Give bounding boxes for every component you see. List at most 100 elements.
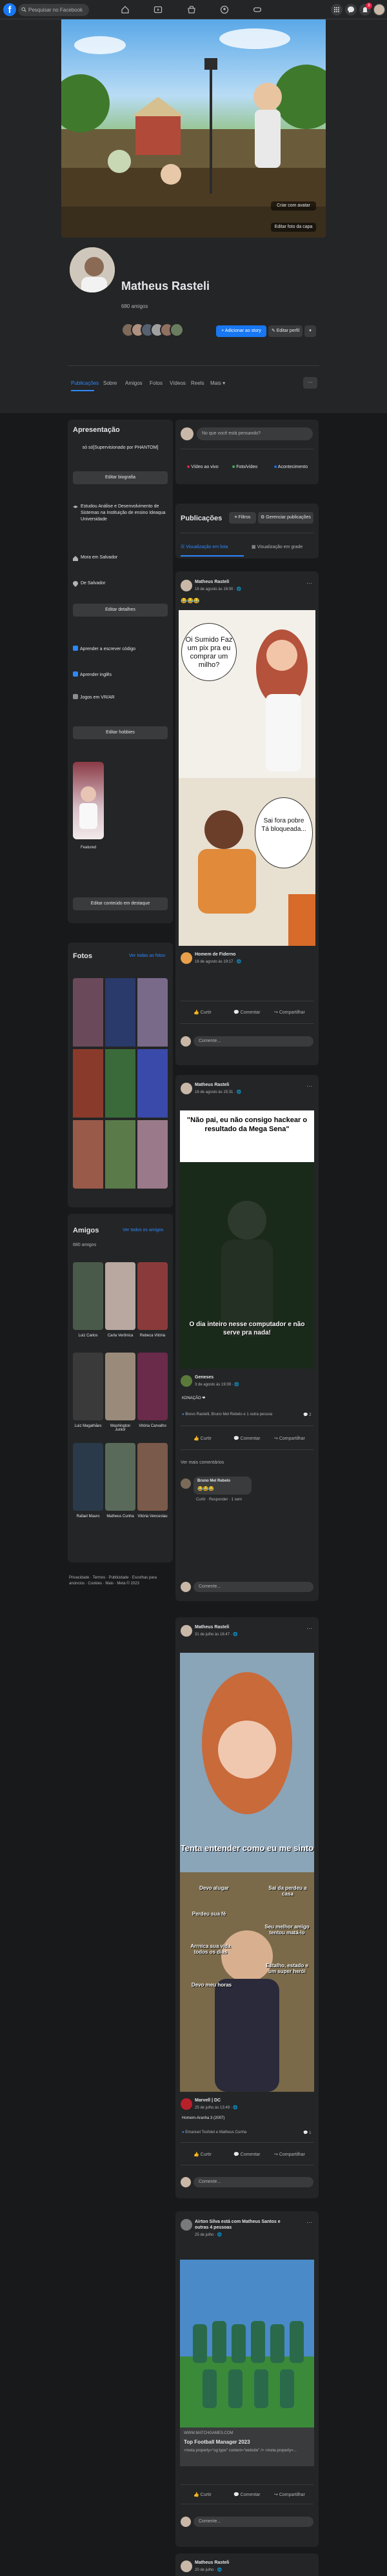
home-icon[interactable] [121, 5, 130, 14]
tab-more[interactable]: Mais ▾ [210, 380, 225, 386]
post-options-icon[interactable]: ··· [306, 1083, 312, 1089]
share-button[interactable]: ↪ Compartilhar [274, 1436, 305, 1441]
list-view-tab[interactable]: ☰ Visualização em lista [181, 544, 228, 549]
post-author[interactable]: Matheus Rasteli [195, 2561, 229, 2565]
reactions-summary[interactable]: ● Brevo Rastelli, Bruno Mel Rebelo e 1 o… [182, 1413, 272, 1416]
comment-button[interactable]: 💬 Comentar [233, 2152, 260, 2157]
tab-about[interactable]: Sobre [103, 380, 117, 386]
shared-page-name[interactable]: Geneses [195, 1375, 213, 1380]
edit-cover-button[interactable]: Editar foto da capa [271, 223, 316, 232]
post-time[interactable]: 25 de julho · 🌐 [195, 2233, 222, 2237]
post-meme-image[interactable]: "Não pai, eu não consigo hackear o resul… [180, 1110, 314, 1369]
friend-tile[interactable]: Rafael Mauro [73, 1443, 103, 1518]
post-author-avatar[interactable] [181, 2561, 192, 2572]
menu-button[interactable] [331, 4, 342, 15]
comment-meta[interactable]: Curtir · Responder · 1 sem [196, 1498, 242, 1502]
reactions-summary[interactable]: ● Emanuel Tosfolet e Matheus Cunha [182, 2131, 246, 2134]
commenter-name[interactable]: Bruno Mel Rebelo [197, 1479, 230, 1483]
comment-input[interactable]: Comente... [194, 1036, 313, 1047]
post-time[interactable]: 16 de agosto às 15:31 · 🌐 [195, 1090, 241, 1094]
friend-tile[interactable]: Washington Junior [105, 1353, 135, 1432]
composer-avatar[interactable] [181, 427, 194, 440]
photo-thumb[interactable] [73, 978, 103, 1047]
comment-avatar[interactable] [181, 1582, 191, 1592]
page-avatar[interactable] [181, 952, 192, 964]
photo-thumb[interactable] [105, 978, 135, 1047]
like-button[interactable]: 👍 Curtir [194, 2492, 212, 2497]
edit-hobbies-button[interactable]: Editar hobbies [73, 726, 168, 739]
comments-count[interactable]: 💬 1 [303, 2131, 311, 2135]
photo-thumb[interactable] [105, 1049, 135, 1118]
comments-count[interactable]: 💬 2 [303, 1413, 311, 1417]
post-meme-image[interactable]: Tenta entender como eu me sinto Devo alu… [180, 1653, 314, 2092]
composer-input[interactable]: No que você está pensando? [197, 427, 313, 440]
grid-view-tab[interactable]: ▦ Visualização em grade [252, 544, 303, 549]
comment-input[interactable]: Comente... [194, 2517, 313, 2527]
photo-video-button[interactable]: ■ Foto/vídeo [232, 465, 257, 469]
share-button[interactable]: ↪ Compartilhar [274, 2152, 305, 2157]
edit-featured-button[interactable]: Editar conteúdo em destaque [73, 897, 168, 910]
comment-input[interactable]: Comente... [194, 1582, 313, 1592]
edit-bio-button[interactable]: Editar biografia [73, 471, 168, 484]
friend-tile[interactable]: Matheus Cunha [105, 1443, 135, 1518]
post-options-icon[interactable]: ··· [306, 1625, 312, 1631]
post-link-image[interactable] [180, 2260, 314, 2428]
post-author[interactable]: Matheus Rasteli [195, 1625, 229, 1630]
footer-links[interactable]: Privacidade · Termos · Publicidade · Esc… [69, 1575, 172, 1587]
groups-icon[interactable] [220, 5, 229, 14]
messenger-button[interactable] [345, 4, 357, 15]
post-author[interactable]: Airton Silva está com Matheus Santos e o… [195, 2219, 292, 2231]
post-meme-image[interactable]: Oi Sumido Faz um pix pra eu comprar um m… [179, 610, 315, 946]
marketplace-icon[interactable] [187, 5, 196, 14]
photo-thumb[interactable] [73, 1120, 103, 1189]
photo-thumb[interactable] [73, 1049, 103, 1118]
tabs-options-button[interactable]: ··· [303, 377, 317, 389]
view-more-comments-link[interactable]: Ver mais comentários [181, 1460, 224, 1465]
post-time[interactable]: 16 de agosto às 16:00 · 🌐 [195, 587, 241, 591]
featured-story[interactable] [73, 762, 104, 839]
photo-thumb[interactable] [105, 1120, 135, 1189]
live-video-button[interactable]: ■ Vídeo ao vivo [187, 465, 219, 469]
post-author-avatar[interactable] [181, 580, 192, 591]
comment-avatar[interactable] [181, 2177, 191, 2187]
friends-count[interactable]: 680 amigos [121, 303, 148, 309]
commenter-avatar[interactable] [181, 1478, 191, 1489]
comment-button[interactable]: 💬 Comentar [233, 1010, 260, 1015]
shared-page-name[interactable]: Marvell | DC [195, 2098, 221, 2103]
video-icon[interactable] [154, 5, 163, 14]
page-avatar[interactable] [181, 1375, 192, 1387]
filters-button[interactable]: ≡ Filtros [229, 512, 256, 524]
post-author-avatar[interactable] [181, 1625, 192, 1637]
add-story-button[interactable]: + Adicionar ao story [216, 325, 266, 337]
tab-photos[interactable]: Fotos [150, 380, 163, 386]
post-author[interactable]: Matheus Rasteli [195, 1083, 229, 1087]
edit-details-button[interactable]: Editar detalhes [73, 604, 168, 617]
see-all-friends-link[interactable]: Ver todos os amigos [123, 1228, 163, 1232]
post-options-icon[interactable]: ··· [306, 2219, 312, 2225]
shared-page-name[interactable]: Homem de Fiderno [195, 952, 235, 957]
friend-tile[interactable]: Luiz Carlos [73, 1262, 103, 1338]
create-avatar-button[interactable]: Criar com avatar [271, 201, 316, 210]
photo-thumb[interactable] [137, 978, 168, 1047]
more-options-button[interactable]: ▾ [304, 325, 316, 337]
post-options-icon[interactable]: ··· [306, 580, 312, 586]
photo-thumb[interactable] [137, 1049, 168, 1118]
search-input[interactable]: Pesquisar no Facebook [18, 4, 89, 16]
account-avatar[interactable] [373, 4, 385, 15]
profile-picture[interactable] [68, 245, 117, 294]
friend-avatars[interactable] [121, 323, 186, 340]
see-all-photos-link[interactable]: Ver todas as fotos [129, 954, 165, 958]
manage-posts-button[interactable]: ⚙ Gerenciar publicações [258, 512, 313, 524]
edit-profile-button[interactable]: ✎ Editar perfil [268, 325, 303, 337]
friend-tile[interactable]: Vitória Venceslau [137, 1443, 168, 1518]
post-time[interactable]: 20 de julho · 🌐 [195, 2568, 222, 2572]
post-author[interactable]: Matheus Rasteli [195, 580, 229, 584]
post-time[interactable]: 31 de julho às 16:47 · 🌐 [195, 1632, 238, 1637]
friend-tile[interactable]: Vitória Carvalho [137, 1353, 168, 1428]
comment-button[interactable]: 💬 Comentar [233, 1436, 260, 1441]
tab-reels[interactable]: Reels [191, 380, 204, 386]
facebook-logo[interactable]: f [3, 3, 16, 16]
share-button[interactable]: ↪ Compartilhar [274, 1010, 305, 1015]
friend-tile[interactable]: Rebeca Vitória [137, 1262, 168, 1338]
like-button[interactable]: 👍 Curtir [194, 1436, 212, 1441]
